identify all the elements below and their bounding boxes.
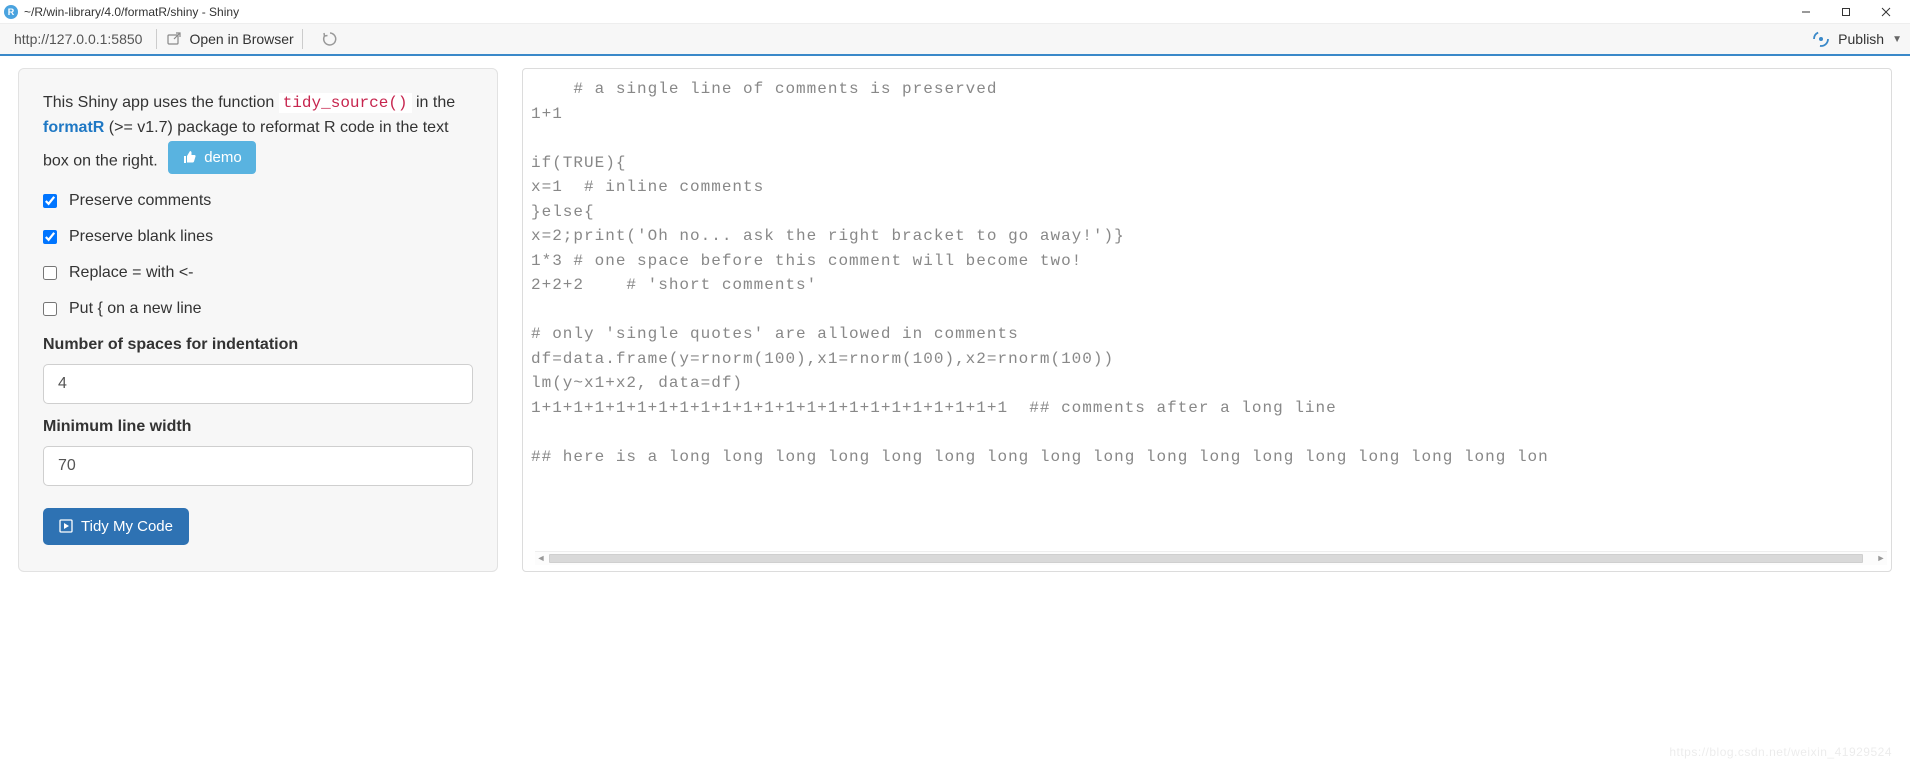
horizontal-scrollbar[interactable]: ◄ ► bbox=[535, 551, 1887, 565]
url-display[interactable]: http://127.0.0.1:5850 bbox=[8, 31, 148, 47]
intro-text: This Shiny app uses the function tidy_so… bbox=[43, 91, 473, 174]
watermark: https://blog.csdn.net/weixin_41929524 bbox=[1669, 745, 1892, 759]
publish-label: Publish bbox=[1838, 31, 1884, 47]
main-content: This Shiny app uses the function tidy_so… bbox=[0, 56, 1910, 584]
tidy-button-label: Tidy My Code bbox=[81, 518, 173, 535]
minimize-button[interactable] bbox=[1786, 0, 1826, 24]
publish-icon bbox=[1812, 30, 1830, 48]
tidy-button[interactable]: Tidy My Code bbox=[43, 508, 189, 545]
scrollbar-thumb[interactable] bbox=[549, 554, 1863, 563]
sidebar-panel: This Shiny app uses the function tidy_so… bbox=[18, 68, 498, 572]
open-in-browser-link[interactable]: Open in Browser bbox=[189, 31, 293, 47]
reload-icon[interactable] bbox=[321, 30, 339, 48]
code-textarea[interactable]: # a single line of comments is preserved… bbox=[531, 77, 1891, 549]
close-button[interactable] bbox=[1866, 0, 1906, 24]
indent-label: Number of spaces for indentation bbox=[43, 336, 473, 354]
toolbar: http://127.0.0.1:5850 Open in Browser Pu… bbox=[0, 24, 1910, 56]
formatr-link[interactable]: formatR bbox=[43, 119, 104, 136]
demo-button-label: demo bbox=[204, 149, 242, 166]
window-title: ~/R/win-library/4.0/formatR/shiny - Shin… bbox=[24, 5, 239, 19]
toolbar-divider bbox=[156, 29, 157, 49]
checkbox-label: Put { on a new line bbox=[69, 300, 202, 318]
checkbox-group: Preserve comments Preserve blank lines R… bbox=[43, 192, 473, 318]
scroll-right-arrow[interactable]: ► bbox=[1875, 552, 1887, 565]
checkbox-replace-equals[interactable]: Replace = with <- bbox=[43, 264, 473, 282]
window-controls bbox=[1786, 0, 1906, 24]
play-icon bbox=[59, 519, 73, 533]
app-icon: R bbox=[4, 5, 18, 19]
checkbox-label: Preserve comments bbox=[69, 192, 211, 210]
checkbox-input[interactable] bbox=[43, 230, 57, 244]
checkbox-input[interactable] bbox=[43, 194, 57, 208]
intro-part2: in the bbox=[412, 94, 456, 111]
checkbox-preserve-comments[interactable]: Preserve comments bbox=[43, 192, 473, 210]
intro-part1: This Shiny app uses the function bbox=[43, 94, 279, 111]
checkbox-input[interactable] bbox=[43, 302, 57, 316]
popout-icon[interactable] bbox=[165, 30, 183, 48]
width-group: Minimum line width bbox=[43, 418, 473, 486]
demo-button[interactable]: demo bbox=[168, 141, 256, 174]
scroll-left-arrow[interactable]: ◄ bbox=[535, 552, 547, 565]
checkbox-brace-newline[interactable]: Put { on a new line bbox=[43, 300, 473, 318]
thumbs-up-icon bbox=[182, 149, 198, 165]
chevron-down-icon: ▼ bbox=[1892, 34, 1902, 45]
width-input[interactable] bbox=[43, 446, 473, 486]
checkbox-label: Replace = with <- bbox=[69, 264, 194, 282]
code-panel: # a single line of comments is preserved… bbox=[522, 68, 1892, 572]
indent-input[interactable] bbox=[43, 364, 473, 404]
checkbox-input[interactable] bbox=[43, 266, 57, 280]
width-label: Minimum line width bbox=[43, 418, 473, 436]
maximize-button[interactable] bbox=[1826, 0, 1866, 24]
toolbar-divider bbox=[302, 29, 303, 49]
checkbox-label: Preserve blank lines bbox=[69, 228, 213, 246]
indent-group: Number of spaces for indentation bbox=[43, 336, 473, 404]
window-titlebar: R ~/R/win-library/4.0/formatR/shiny - Sh… bbox=[0, 0, 1910, 24]
publish-button[interactable]: Publish ▼ bbox=[1812, 30, 1902, 48]
intro-code-fn: tidy_source() bbox=[279, 93, 412, 113]
checkbox-preserve-blank-lines[interactable]: Preserve blank lines bbox=[43, 228, 473, 246]
